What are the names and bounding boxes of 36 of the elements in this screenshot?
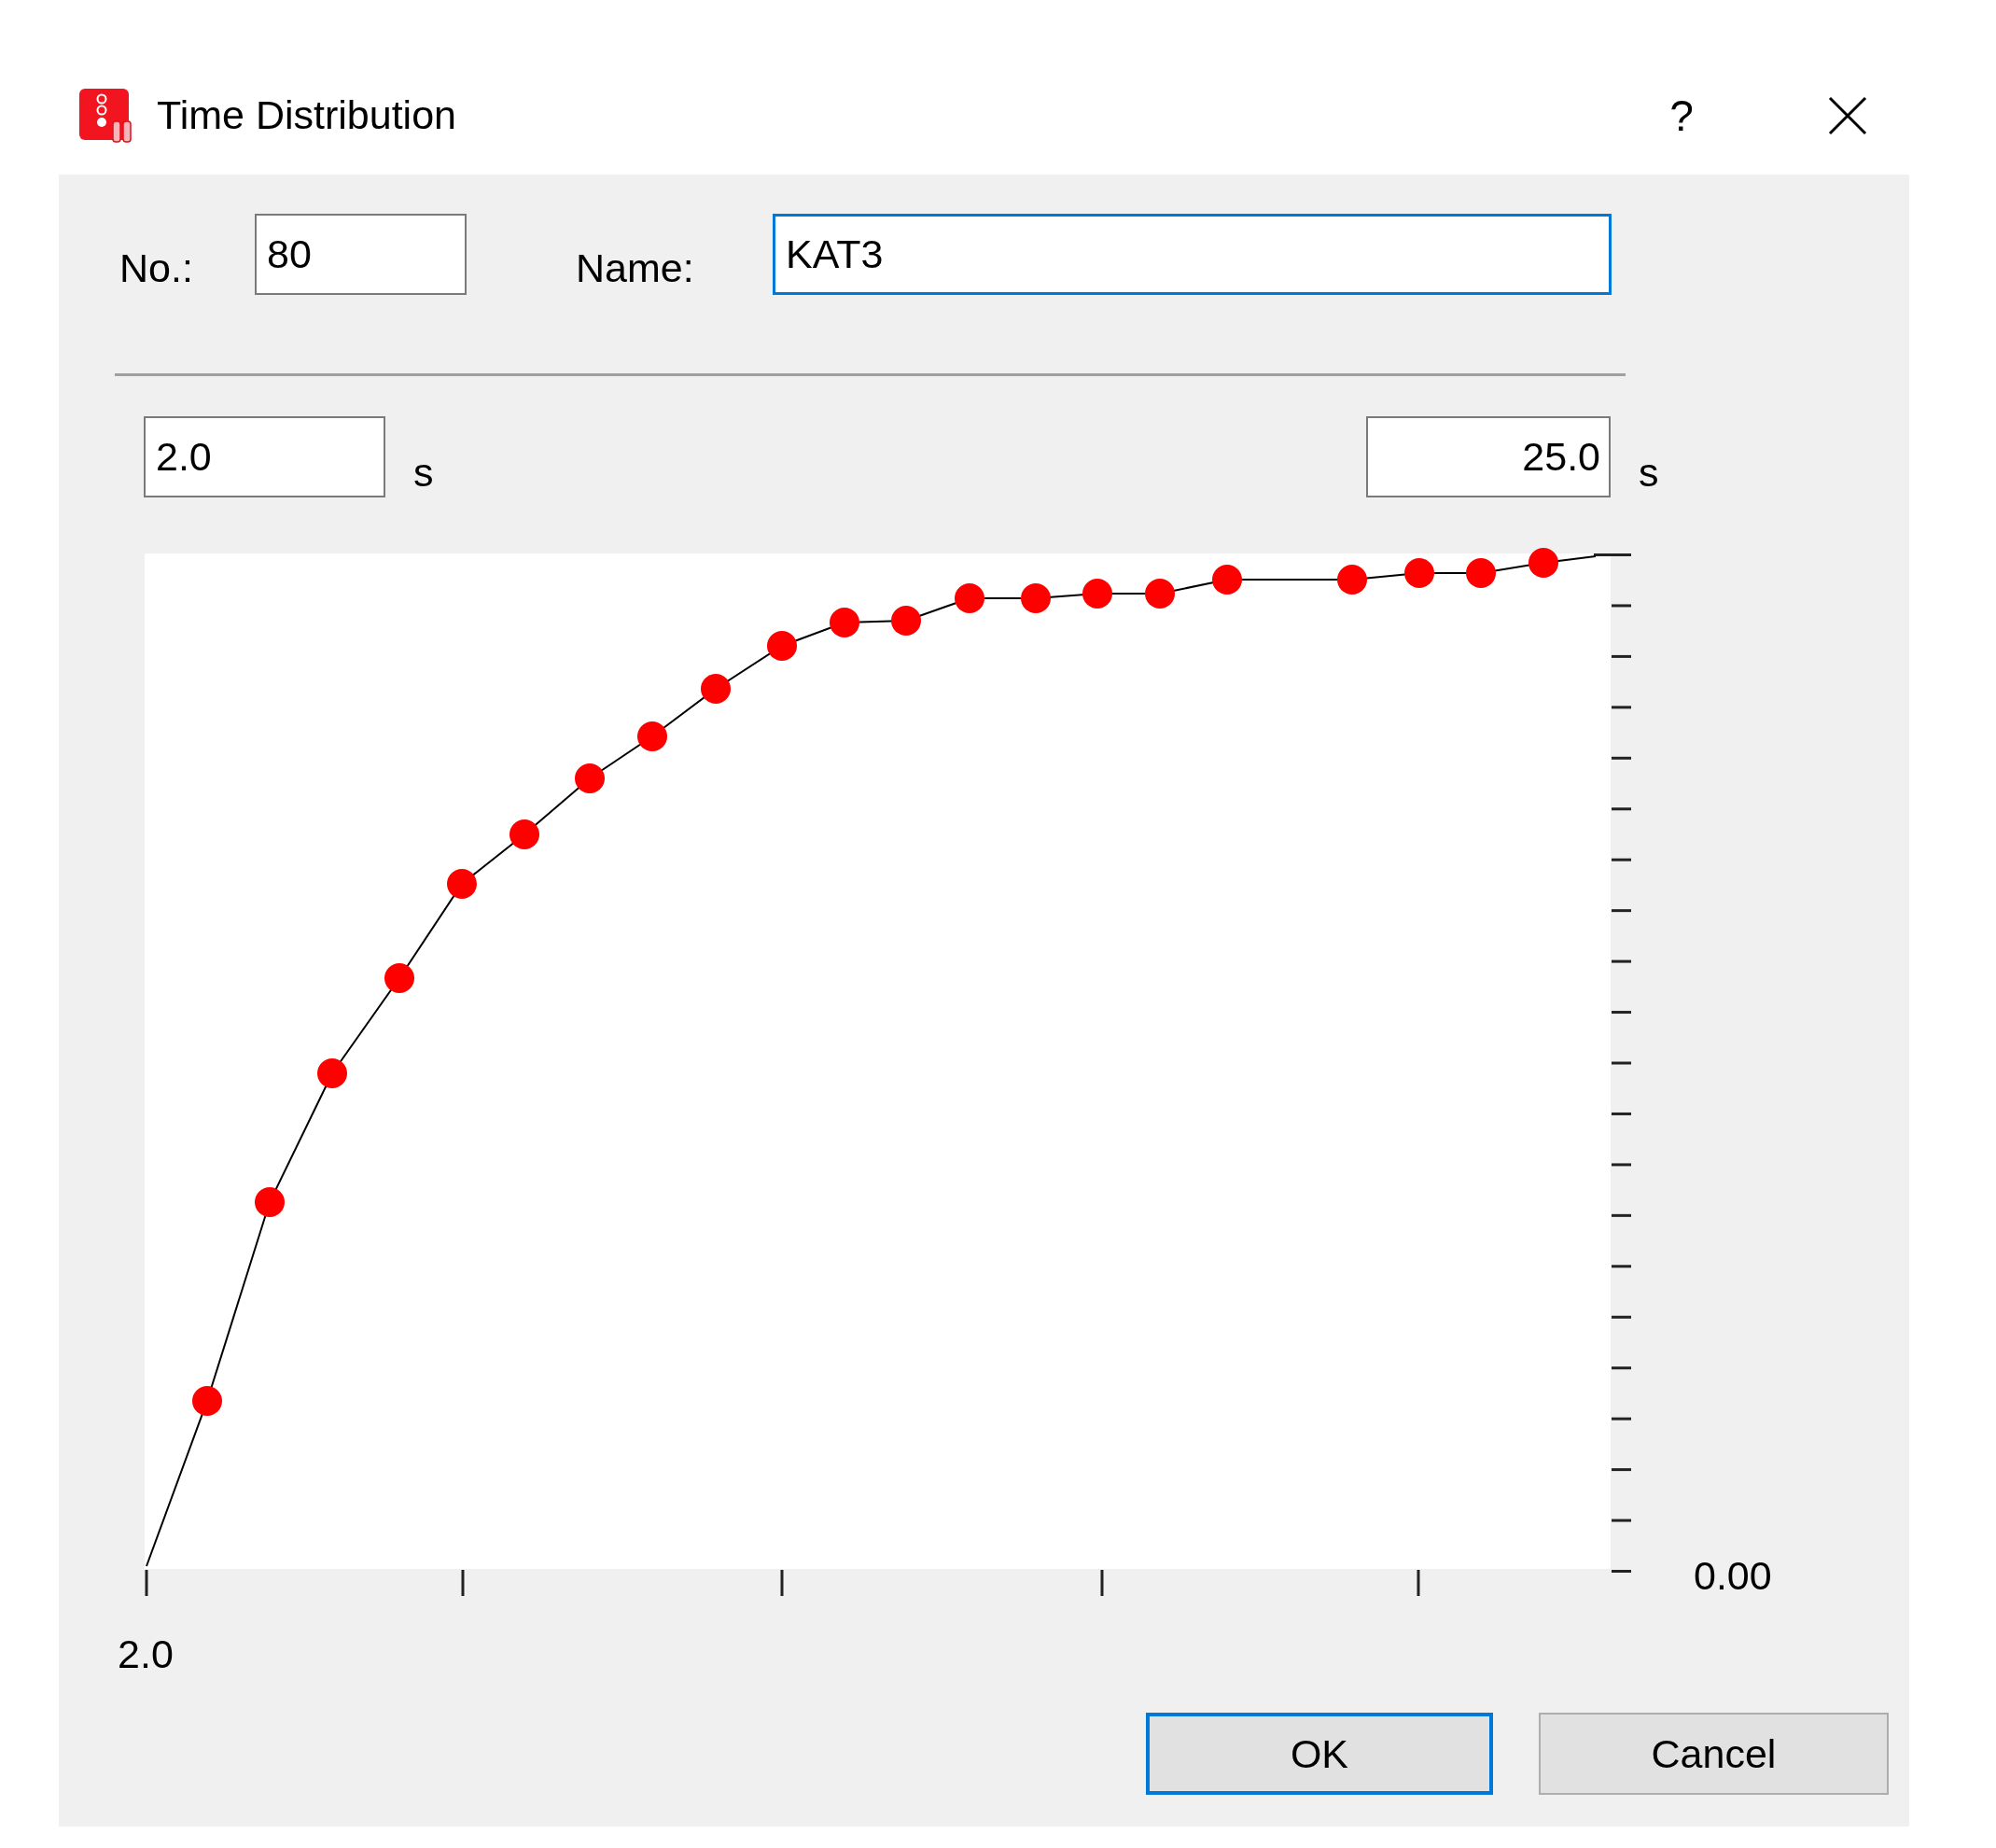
data-point [637, 721, 667, 751]
close-icon [1828, 95, 1867, 135]
data-point [1337, 565, 1367, 595]
data-point [192, 1386, 222, 1416]
data-point [447, 869, 477, 899]
name-field[interactable]: KAT3 [773, 214, 1612, 295]
data-point [1466, 558, 1496, 588]
data-point [1404, 558, 1434, 588]
unit-label: s [413, 449, 435, 496]
number-label: No.: [119, 245, 194, 291]
help-button[interactable]: ? [1644, 77, 1719, 153]
data-point [255, 1187, 285, 1217]
data-point [317, 1058, 347, 1088]
name-label: Name: [576, 245, 695, 291]
data-point [1082, 579, 1112, 609]
data-point [1021, 583, 1051, 613]
data-point [1528, 548, 1558, 578]
start-time-field[interactable]: 2.0 [144, 416, 385, 497]
cancel-button[interactable]: Cancel [1539, 1713, 1889, 1795]
data-point [830, 608, 859, 637]
number-field[interactable]: 80 [255, 214, 467, 295]
data-point [701, 674, 731, 704]
data-point [891, 606, 921, 636]
data-point [955, 583, 984, 613]
axis-label: 0.00 [1694, 1553, 1772, 1598]
data-point [767, 631, 797, 661]
data-point [575, 763, 605, 793]
end-time-field[interactable]: 25.0 [1366, 416, 1611, 497]
ok-button[interactable]: OK [1146, 1713, 1493, 1795]
axis-label: 2.0 [118, 1631, 174, 1676]
data-point [509, 819, 539, 849]
data-point [1212, 565, 1242, 595]
window-title: Time Distribution [157, 91, 456, 139]
unit-label: s [1639, 449, 1660, 496]
data-point [1145, 579, 1175, 609]
data-point [384, 963, 414, 993]
